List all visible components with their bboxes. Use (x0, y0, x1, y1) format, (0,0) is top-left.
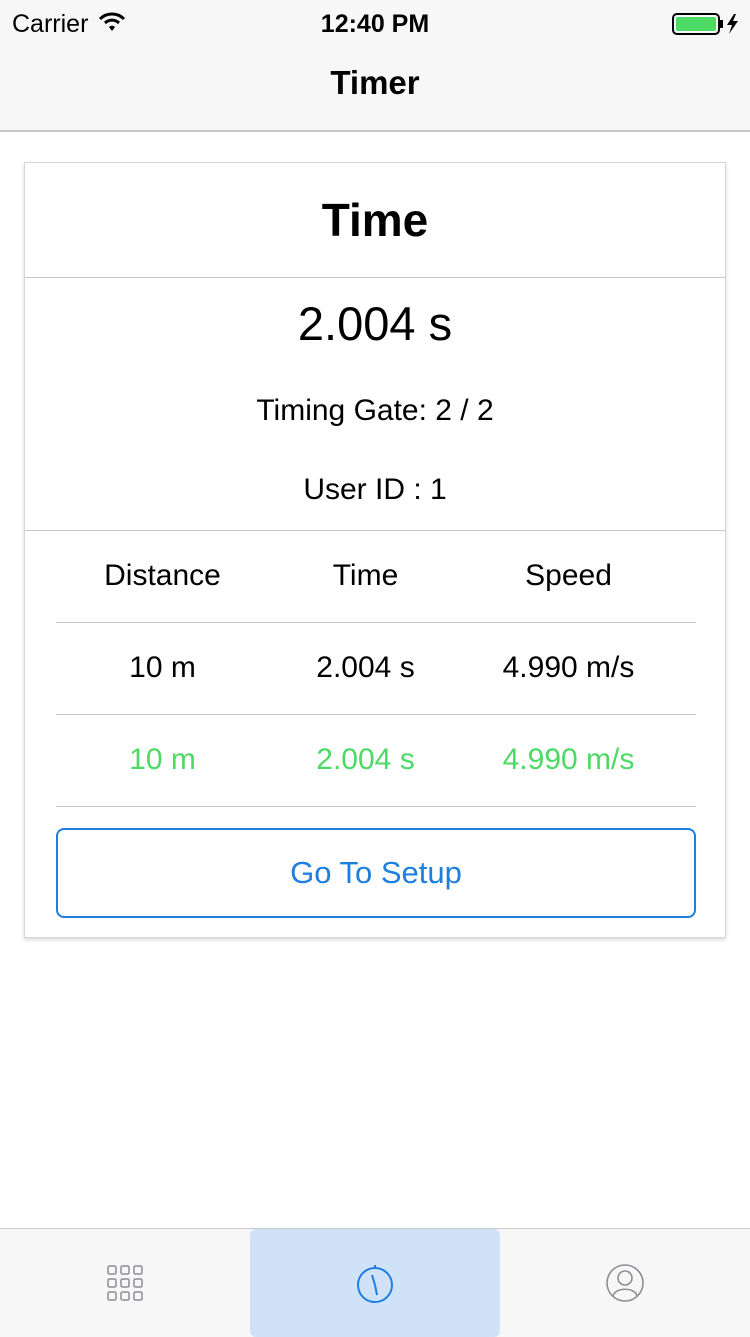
divider (25, 530, 725, 531)
table-row: 10 m 2.004 s 4.990 m/s (56, 743, 696, 803)
profile-icon (606, 1264, 644, 1302)
grid-icon (107, 1265, 143, 1301)
table-row: 10 m 2.004 s 4.990 m/s (56, 651, 696, 711)
status-bar: Carrier 12:40 PM (0, 0, 750, 48)
battery-icon (672, 12, 742, 41)
stopwatch-icon (357, 1265, 393, 1303)
tab-timer[interactable] (250, 1229, 500, 1337)
row-time: 2.004 s (316, 651, 415, 684)
card-title: Time (321, 194, 429, 246)
row-distance: 10 m (129, 743, 196, 776)
navigation-bar: Timer (0, 48, 750, 132)
page-title: Timer (330, 64, 420, 101)
row-speed: 4.990 m/s (502, 743, 635, 776)
total-time: 2.004 s (297, 297, 453, 350)
column-header-distance: Distance (104, 559, 221, 592)
divider (56, 714, 696, 715)
row-time: 2.004 s (316, 743, 415, 776)
divider (25, 277, 725, 278)
go-to-setup-button[interactable]: Go To Setup (56, 828, 696, 918)
column-header-time: Time (332, 559, 399, 592)
tab-bar (0, 1228, 750, 1337)
status-clock: 12:40 PM (320, 10, 430, 38)
row-speed: 4.990 m/s (502, 651, 635, 684)
row-distance: 10 m (129, 651, 196, 684)
divider (56, 622, 696, 623)
column-header-speed: Speed (525, 559, 612, 592)
tab-grid[interactable] (0, 1229, 250, 1337)
tab-profile[interactable] (500, 1229, 750, 1337)
timer-card: Time 2.004 s Timing Gate: 2 / 2 User ID … (24, 162, 726, 938)
user-id-label: User ID : 1 (303, 473, 447, 506)
timing-gate-label: Timing Gate: 2 / 2 (256, 394, 494, 427)
table-header: Distance Time Speed (56, 559, 696, 619)
divider (56, 806, 696, 807)
